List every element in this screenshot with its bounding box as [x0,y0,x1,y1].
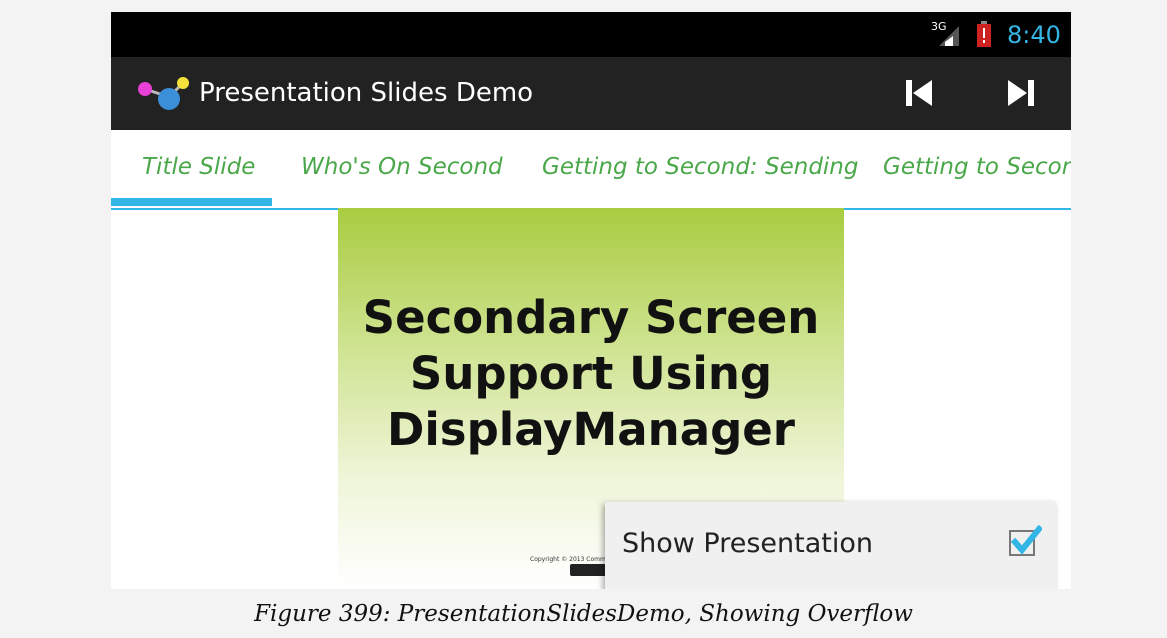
skip-previous-icon [906,80,932,106]
tab-getting-to-second-partial[interactable]: Getting to Second: [883,154,1071,180]
status-bar: 3G 8:40 [111,12,1071,57]
page: 3G 8:40 Presentation Slides Demo Title S… [0,0,1167,638]
slide-copyright: Copyright © 2013 Comm [530,556,606,563]
action-bar: Presentation Slides Demo [111,57,1071,130]
slide-title-line: Support Using [409,347,773,400]
slide-title-line: Secondary Screen [362,291,820,344]
show-presentation-menu-item[interactable]: Show Presentation [605,502,1056,589]
skip-next-icon [1008,80,1034,106]
tab-whos-on-second[interactable]: Who's On Second [301,154,503,180]
signal-icon [939,26,959,46]
status-time: 8:40 [1007,21,1061,49]
menu-item-label: Show Presentation [622,528,874,559]
slide-title: Secondary Screen Support Using DisplayMa… [338,290,844,458]
previous-slide-button[interactable] [899,73,939,113]
app-title: Presentation Slides Demo [199,78,534,108]
figure-caption: Figure 399: PresentationSlidesDemo, Show… [254,601,913,627]
checkbox-checked-icon[interactable] [1008,525,1042,559]
next-slide-button[interactable] [1001,73,1041,113]
overflow-menu: Show Presentation [605,502,1056,589]
device-screen: 3G 8:40 Presentation Slides Demo Title S… [111,12,1071,589]
slide-title-line: DisplayManager [387,403,795,456]
tab-title-slide[interactable]: Title Slide [142,154,255,180]
selected-tab-indicator [111,198,272,206]
battery-alert-icon [977,21,991,47]
molecule-app-icon[interactable] [135,75,191,113]
tab-getting-to-second-sending[interactable]: Getting to Second: Sending [542,154,859,180]
